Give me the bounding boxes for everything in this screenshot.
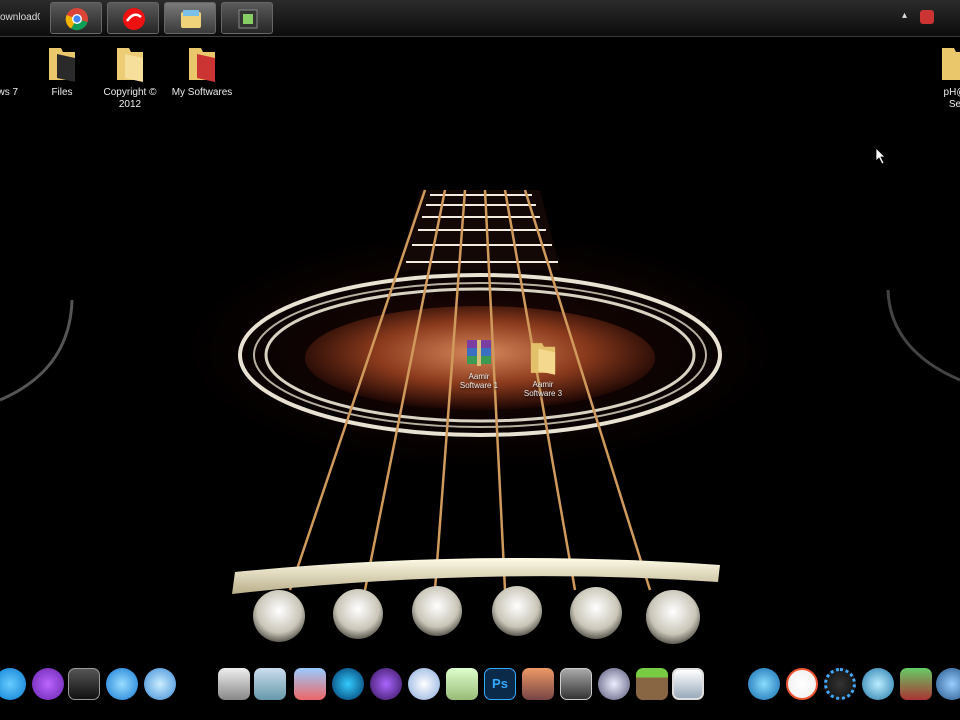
sync-icon[interactable]: [748, 668, 780, 700]
taskbar-explorer-button[interactable]: [164, 2, 216, 34]
skype-icon[interactable]: [0, 668, 26, 700]
tray-security-icon[interactable]: [920, 10, 934, 24]
taskbar-antivirus-button[interactable]: [107, 2, 159, 34]
internet-icon[interactable]: [862, 668, 894, 700]
camera-icon[interactable]: [218, 668, 250, 700]
desktop-icon-files[interactable]: Files: [27, 44, 97, 99]
desktop[interactable]: ownload06_: [0, 0, 960, 720]
yahoo-messenger-icon[interactable]: [32, 668, 64, 700]
desktop-icon-label: ows 7: [0, 87, 19, 98]
tablet-icon[interactable]: [672, 668, 704, 700]
desktop-icon-software3[interactable]: Aamir Software 3: [508, 338, 578, 398]
folder-icon: [117, 48, 143, 82]
minecraft-icon[interactable]: [636, 668, 668, 700]
desktop-icon-software1[interactable]: Aamir Software 1: [444, 338, 514, 390]
folder-icon: [189, 48, 215, 82]
photoshop-icon[interactable]: Ps: [484, 668, 516, 700]
infinity-icon[interactable]: [370, 668, 402, 700]
media-center-icon[interactable]: [332, 668, 364, 700]
mail-icon[interactable]: [522, 668, 554, 700]
desktop-icon-label: Files: [51, 87, 73, 98]
taskbar-window-title[interactable]: ownload06_: [0, 12, 40, 23]
film-icon[interactable]: [936, 668, 960, 700]
blackberry-icon[interactable]: [68, 668, 100, 700]
desktop-icon-label: pH@ Se: [943, 87, 960, 110]
fast-downloader-icon[interactable]: [786, 668, 818, 700]
desktop-icon-php-setup[interactable]: pH@ Se: [920, 44, 960, 111]
desktop-icon-label: Aamir Software 3: [523, 380, 563, 398]
folder-icon: [49, 48, 75, 82]
taskbar-media-button[interactable]: [221, 2, 273, 34]
folder-icon: [181, 10, 201, 28]
app-icon: [0, 44, 20, 84]
media-icon: [238, 9, 258, 29]
video-icon[interactable]: [900, 668, 932, 700]
chrome-icon: [65, 8, 88, 31]
folder-icon: [530, 343, 556, 375]
dock: Ps: [0, 662, 960, 706]
gear-icon[interactable]: [824, 668, 856, 700]
mouse-cursor-icon: [876, 148, 886, 164]
paint-icon[interactable]: [294, 668, 326, 700]
desktop-icon-label: Aamir Software 1: [459, 372, 499, 390]
taskbar-chrome-button[interactable]: [50, 2, 102, 34]
archive-icon: [467, 340, 491, 366]
settings-icon[interactable]: [598, 668, 630, 700]
itunes-icon[interactable]: [144, 668, 176, 700]
network-icon[interactable]: [254, 668, 286, 700]
quicktime-icon[interactable]: [106, 668, 138, 700]
folder-icon: [942, 48, 960, 80]
media-player-icon[interactable]: [408, 668, 440, 700]
tray-chevron-icon[interactable]: ▴: [902, 10, 907, 21]
desktop-icon-copyright[interactable]: Copyright © 2012: [95, 44, 165, 111]
desktop-icon-my-softwares[interactable]: My Softwares: [167, 44, 237, 99]
desktop-icon-label: Copyright © 2012: [103, 87, 157, 110]
antivirus-icon: [123, 8, 145, 30]
mobile-icon[interactable]: [560, 668, 592, 700]
notes-icon[interactable]: [446, 668, 478, 700]
taskbar: ownload06_: [0, 0, 960, 37]
desktop-icon-label: My Softwares: [171, 87, 233, 98]
